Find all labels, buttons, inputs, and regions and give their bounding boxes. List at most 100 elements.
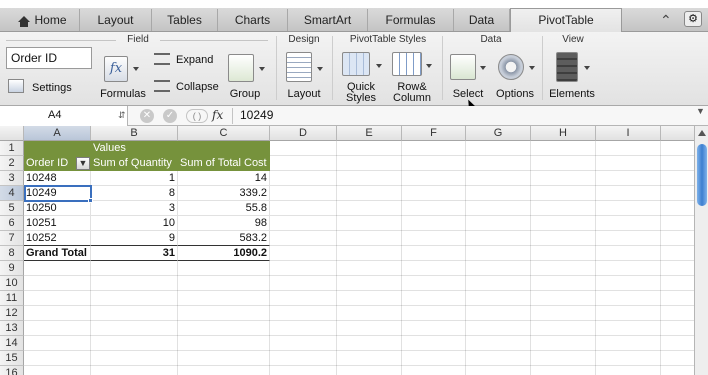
column-header-b[interactable]: B [91, 126, 178, 141]
pivot-header-quantity[interactable]: Sum of Quantity [91, 156, 178, 171]
formulas-button[interactable]: fx Formulas [96, 46, 150, 102]
pivot-quantity-value[interactable]: 1 [91, 171, 178, 186]
column-header-c[interactable]: C [178, 126, 270, 141]
header-label: Order ID [26, 157, 69, 169]
group-divider [160, 40, 268, 41]
settings-icon [8, 79, 24, 93]
pivot-grand-total-cost[interactable]: 1090.2 [178, 245, 270, 261]
row-header[interactable]: 12 [0, 306, 24, 321]
enter-icon[interactable]: ✓ [163, 109, 177, 123]
filter-icon[interactable]: ▼ [76, 157, 90, 170]
select-all-corner[interactable] [0, 126, 24, 141]
field-settings-button[interactable]: Settings [6, 79, 76, 99]
column-header-g[interactable]: G [466, 126, 531, 141]
tab-label: Charts [234, 13, 271, 27]
column-header-f[interactable]: F [402, 126, 466, 141]
pivot-quantity-value[interactable]: 9 [91, 231, 178, 246]
formula-bar: A4 ⇵ ✕ ✓ ( ) fx 10249 ▼ [0, 106, 708, 126]
layout-button[interactable]: Layout [280, 46, 328, 102]
quick-styles-button[interactable]: Quick Styles [336, 46, 386, 104]
pivot-header-total-cost[interactable]: Sum of Total Cost [178, 156, 270, 171]
expand-button[interactable]: Expand [152, 52, 216, 68]
quick-styles-icon [342, 52, 370, 76]
pivot-row-label[interactable]: 10252 [24, 231, 91, 246]
elements-button[interactable]: Elements [546, 46, 598, 102]
tab-layout[interactable]: Layout [80, 9, 152, 31]
vertical-scrollbar[interactable] [694, 126, 708, 375]
row-header[interactable]: 2 [0, 156, 24, 171]
row-header[interactable]: 10 [0, 276, 24, 291]
pivot-cost-value[interactable]: 98 [178, 216, 270, 231]
column-header-e[interactable]: E [337, 126, 402, 141]
worksheet-grid[interactable]: A B C D E F G H I 1 2 3 4 5 6 7 8 9 10 1… [0, 126, 694, 375]
active-field-input[interactable]: Order ID [6, 47, 92, 69]
pivot-row-label[interactable]: 10250 [24, 201, 91, 216]
pivot-quantity-value[interactable]: 3 [91, 201, 178, 216]
pivot-values-label[interactable]: Values [91, 141, 270, 156]
pivot-cost-value[interactable]: 55.8 [178, 201, 270, 216]
row-header[interactable]: 7 [0, 231, 24, 246]
pivot-grand-total-label[interactable]: Grand Total [24, 245, 91, 261]
pivot-row-label[interactable]: 10248 [24, 171, 91, 186]
row-header[interactable]: 5 [0, 201, 24, 216]
options-button[interactable]: Options [492, 46, 538, 102]
collapse-icon [154, 80, 170, 92]
ribbon-tab-bar: Home Layout Tables Charts SmartArt Formu… [0, 8, 708, 32]
pivot-row-label[interactable]: 10251 [24, 216, 91, 231]
pivot-quantity-value[interactable]: 8 [91, 186, 178, 201]
tab-smartart[interactable]: SmartArt [288, 9, 368, 31]
scroll-up-icon[interactable] [698, 130, 706, 136]
gear-icon[interactable]: ⚙ [684, 11, 702, 27]
row-header[interactable]: 13 [0, 321, 24, 336]
stepper-icon[interactable]: ⇵ [118, 106, 126, 125]
row-header[interactable]: 9 [0, 261, 24, 276]
tab-home[interactable]: Home [6, 9, 80, 31]
tab-label: Tables [167, 13, 202, 27]
pivot-cost-value[interactable]: 583.2 [178, 231, 270, 246]
tab-pivottable[interactable]: PivotTable [510, 8, 622, 32]
row-header[interactable]: 8 [0, 246, 24, 261]
fill-handle[interactable] [88, 198, 93, 203]
fx-icon[interactable]: fx [212, 108, 223, 122]
pivot-grand-total-quantity[interactable]: 31 [91, 245, 178, 261]
tab-data[interactable]: Data [454, 9, 510, 31]
chevron-down-icon [317, 67, 323, 71]
row-header[interactable]: 16 [0, 366, 24, 375]
pivot-cost-value[interactable]: 339.2 [178, 186, 270, 201]
row-header[interactable]: 15 [0, 351, 24, 366]
pivot-cost-value[interactable]: 14 [178, 171, 270, 186]
collapse-button[interactable]: Collapse [152, 79, 222, 95]
column-header-h[interactable]: H [531, 126, 596, 141]
column-header-d[interactable]: D [270, 126, 337, 141]
chevron-down-icon [584, 66, 590, 70]
select-button[interactable]: Select [446, 46, 490, 102]
group-title-data: Data [480, 34, 502, 45]
pivot-quantity-value[interactable]: 10 [91, 216, 178, 231]
collapse-ribbon-icon[interactable]: ⌃ [660, 12, 672, 29]
name-box[interactable]: A4 ⇵ [0, 106, 128, 126]
row-header[interactable]: 11 [0, 291, 24, 306]
group-button[interactable]: Group [222, 46, 268, 102]
expand-formula-icon[interactable]: ▼ [696, 106, 705, 116]
cancel-icon[interactable]: ✕ [140, 109, 154, 123]
row-header[interactable]: 14 [0, 336, 24, 351]
tab-formulas[interactable]: Formulas [368, 9, 454, 31]
tab-label: PivotTable [538, 13, 594, 27]
group-separator [442, 36, 443, 100]
row-header[interactable]: 3 [0, 171, 24, 186]
column-header-a[interactable]: A [24, 126, 91, 141]
function-paren-icon[interactable]: ( ) [186, 109, 208, 123]
row-header[interactable]: 6 [0, 216, 24, 231]
scrollbar-thumb[interactable] [697, 144, 707, 206]
row-column-button[interactable]: Row& Column [388, 46, 436, 104]
formulas-label: Formulas [100, 88, 146, 100]
column-header-filler [661, 126, 694, 141]
row-header[interactable]: 1 [0, 141, 24, 156]
tab-charts[interactable]: Charts [218, 9, 288, 31]
pivot-corner-cell[interactable] [24, 141, 91, 156]
row-header[interactable]: 4 [0, 186, 24, 201]
column-header-i[interactable]: I [596, 126, 661, 141]
tab-tables[interactable]: Tables [152, 9, 218, 31]
tab-label: Home [34, 13, 67, 27]
formula-input[interactable]: 10249 [240, 106, 273, 126]
